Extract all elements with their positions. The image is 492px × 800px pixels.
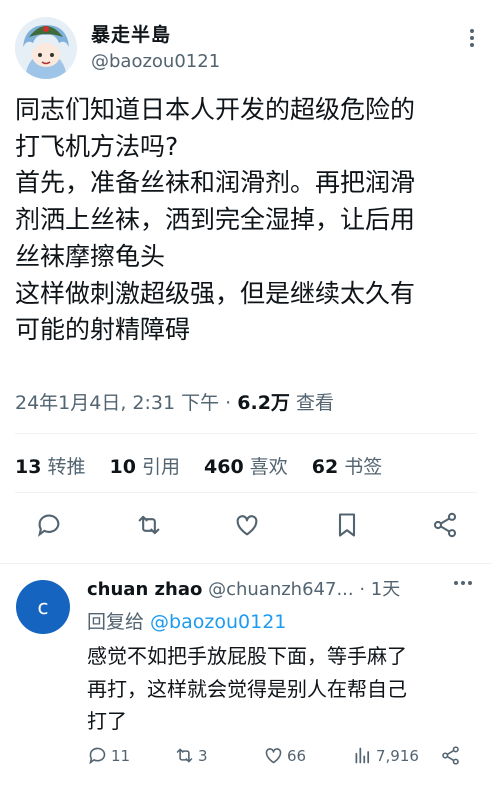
reply-share-button[interactable] <box>440 745 461 766</box>
retweet-icon <box>176 748 193 763</box>
share-icon <box>433 512 457 538</box>
reply-text-line: 打了 <box>87 709 127 733</box>
reply-separator: · <box>353 579 371 600</box>
reply-button[interactable] <box>32 508 66 542</box>
replying-prefix: 回复给 <box>87 611 151 633</box>
retweet-count: 3 <box>198 746 208 765</box>
section-divider <box>0 563 492 564</box>
retweet-icon <box>138 515 160 535</box>
tweet-text-line: 这样做刺激超级强，但是继续太久有 <box>15 278 416 308</box>
reply-icon <box>38 514 60 537</box>
reply-reply-button[interactable]: 11 <box>87 745 130 766</box>
views-count: 7,916 <box>376 746 419 765</box>
cartoon-character-icon <box>15 17 77 79</box>
reply-actions: 11 3 66 7,916 <box>87 745 477 775</box>
tweet-text-line: 首先，准备丝袜和润滑剂。再把润滑 <box>15 168 416 198</box>
reply-more-icon[interactable] <box>454 581 474 587</box>
tweet-timestamp[interactable]: 24年1月4日, 2:31 下午 <box>15 392 219 414</box>
tweet-text-line: 打飞机方法吗? <box>15 131 179 161</box>
reply-like-button[interactable]: 66 <box>263 745 306 766</box>
engagement-stats: 13 转推 10 引用 460 喜欢 62 书签 <box>15 452 400 479</box>
like-count: 66 <box>287 746 307 765</box>
tweet-meta: 24年1月4日, 2:31 下午 · 6.2万 查看 <box>15 388 334 415</box>
tweet-text: 同志们知道日本人开发的超级危险的 打飞机方法吗? 首先，准备丝袜和润滑剂。再把润… <box>15 92 485 349</box>
reply-avatar[interactable]: c <box>16 580 70 634</box>
divider <box>15 433 477 434</box>
divider <box>15 492 477 493</box>
retweet-stat[interactable]: 13 转推 <box>15 456 85 478</box>
reply-icon <box>89 747 106 765</box>
author-avatar[interactable] <box>15 17 77 79</box>
tweet-text-line: 剂洒上丝袜，洒到完全湿掉，让后用 <box>15 205 416 235</box>
replying-to: 回复给 @baozou0121 <box>87 607 286 634</box>
reply-retweet-button[interactable]: 3 <box>174 745 208 766</box>
retweet-button[interactable] <box>132 508 166 542</box>
reply-text-line: 感觉不如把手放屁股下面，等手麻了 <box>87 644 407 668</box>
like-button[interactable] <box>230 508 264 542</box>
reply-text: 感觉不如把手放屁股下面，等手麻了 再打，这样就会觉得是别人在帮自己 打了 <box>87 640 477 738</box>
tweet-text-line: 丝袜摩擦龟头 <box>15 241 166 271</box>
heart-icon <box>236 515 258 536</box>
share-button[interactable] <box>428 508 462 542</box>
author-handle[interactable]: @baozou0121 <box>91 51 220 72</box>
more-options-icon[interactable] <box>468 26 476 50</box>
bookmark-icon <box>338 513 356 537</box>
reply-tweet[interactable]: c chuan zhao @chuanzh647... · 1天 回复给 @ba… <box>0 565 492 800</box>
reply-count: 11 <box>111 746 131 765</box>
reply-time[interactable]: 1天 <box>371 579 400 600</box>
quote-stat[interactable]: 10 引用 <box>110 456 180 478</box>
replying-handle-link[interactable]: @baozou0121 <box>150 611 286 633</box>
author-name[interactable]: 暴走半島 <box>91 20 171 47</box>
share-icon <box>442 746 459 765</box>
meta-separator: · <box>219 392 238 414</box>
reply-text-line: 再打，这样就会觉得是别人在帮自己 <box>87 676 407 701</box>
bookmark-stat[interactable]: 62 书签 <box>312 456 382 478</box>
reply-author-name[interactable]: chuan zhao <box>87 579 202 600</box>
reply-header: chuan zhao @chuanzh647... · 1天 <box>87 575 400 601</box>
bookmark-button[interactable] <box>330 508 364 542</box>
reply-views-button[interactable]: 7,916 <box>352 745 419 766</box>
views-label: 查看 <box>289 392 334 414</box>
analytics-icon <box>355 747 370 764</box>
like-stat[interactable]: 460 喜欢 <box>204 456 288 478</box>
views-count: 6.2万 <box>237 392 290 414</box>
tweet-actions <box>0 508 492 548</box>
heart-icon <box>265 748 282 764</box>
reply-author-handle[interactable]: @chuanzh647... <box>208 579 354 600</box>
tweet-text-line: 可能的射精障碍 <box>15 315 191 345</box>
tweet-text-line: 同志们知道日本人开发的超级危险的 <box>15 95 416 124</box>
